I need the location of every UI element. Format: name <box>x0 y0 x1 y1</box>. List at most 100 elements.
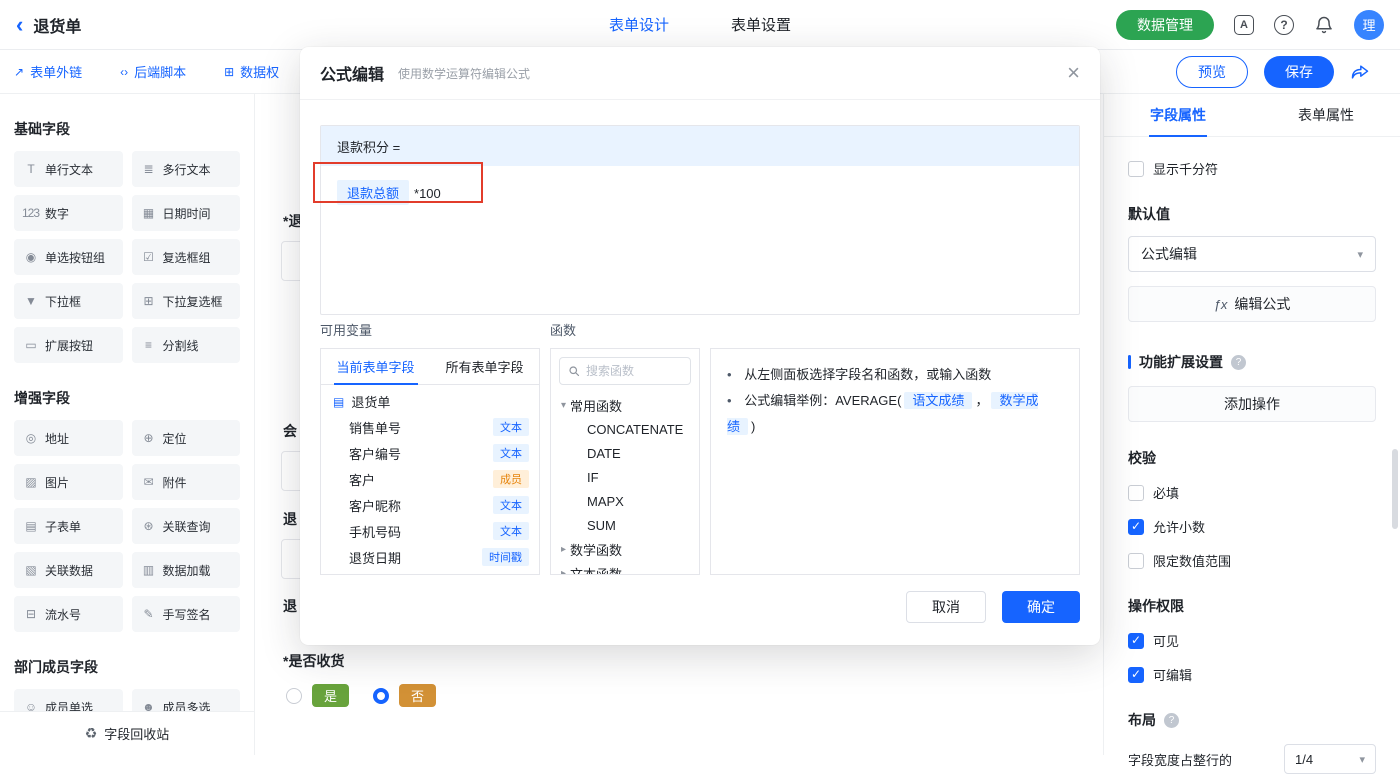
field-palette-item[interactable]: ▨ 图片 <box>14 464 123 500</box>
radio-no[interactable] <box>373 688 389 704</box>
toolbar-link[interactable]: ⊞ 数据权 <box>224 62 279 81</box>
basic-fields-grid: T 单行文本 ≣ 多行文本 123 数字 ▦ 日期时间 ◉ 单选按钮组 <box>14 151 240 363</box>
header-nav-tab[interactable]: 表单设置 <box>731 14 791 35</box>
toolbar-link-icon: ⊞ <box>224 65 234 79</box>
function-row[interactable]: SUM <box>551 513 699 537</box>
function-row[interactable]: ▾ 常用函数 <box>551 393 699 417</box>
back-icon[interactable]: ‹ <box>16 14 23 36</box>
function-row[interactable]: ▸ 文本函数 <box>551 561 699 575</box>
field-width-value: 1/4 <box>1295 752 1313 767</box>
field-palette-item[interactable]: ✎ 手写签名 <box>132 596 241 632</box>
field-palette-item[interactable]: ⊕ 定位 <box>132 420 241 456</box>
variables-tab[interactable]: 当前表单字段 <box>321 349 430 384</box>
field-type-label: 手写签名 <box>163 606 211 623</box>
field-palette-item[interactable]: ≣ 多行文本 <box>132 151 241 187</box>
field-palette-item[interactable]: ▤ 子表单 <box>14 508 123 544</box>
example-suffix: ) <box>751 419 755 434</box>
close-icon[interactable]: × <box>1067 62 1080 84</box>
field-type-label: 多行文本 <box>163 161 211 178</box>
formula-field-chip[interactable]: 退款总额 <box>337 180 409 205</box>
toolbar-link[interactable]: ↗ 表单外链 <box>14 62 82 81</box>
example-comma: ， <box>975 393 988 408</box>
radio-yes[interactable] <box>286 688 302 704</box>
formula-expression-text[interactable]: *100 <box>414 186 441 201</box>
field-type-label: 关联查询 <box>163 518 211 535</box>
variable-type-tag: 文本 <box>493 418 529 436</box>
panel-scrollbar[interactable] <box>1392 449 1398 529</box>
help-icon[interactable]: ? <box>1274 15 1294 35</box>
edit-formula-button[interactable]: ƒx 编辑公式 <box>1128 286 1376 322</box>
variable-field-row[interactable]: 客户 成员 <box>321 466 539 492</box>
validation-checkbox[interactable] <box>1128 485 1144 501</box>
variable-field-name: 退货日期 <box>349 548 401 567</box>
function-row[interactable]: MAPX <box>551 489 699 513</box>
variable-field-row[interactable]: 客户昵称 文本 <box>321 492 539 518</box>
cancel-button[interactable]: 取消 <box>906 591 986 623</box>
field-palette-item[interactable]: ▼ 下拉框 <box>14 283 123 319</box>
field-palette-item[interactable]: ⊛ 关联查询 <box>132 508 241 544</box>
field-palette-item[interactable]: ▭ 扩展按钮 <box>14 327 123 363</box>
field-type-label: 数据加载 <box>163 562 211 579</box>
field-type-icon: ▨ <box>22 475 39 489</box>
field-palette-item[interactable]: ⊟ 流水号 <box>14 596 123 632</box>
validation-checkbox[interactable] <box>1128 519 1144 535</box>
field-palette-item[interactable]: ⊞ 下拉复选框 <box>132 283 241 319</box>
field-palette-item[interactable]: ✉ 附件 <box>132 464 241 500</box>
translate-icon[interactable]: A <box>1234 15 1254 35</box>
share-icon[interactable] <box>1350 62 1370 82</box>
thousand-separator-checkbox[interactable] <box>1128 161 1144 177</box>
function-row[interactable]: CONCATENATE <box>551 417 699 441</box>
validation-row: 允许小数 <box>1128 517 1376 536</box>
variables-tab[interactable]: 所有表单字段 <box>430 349 539 384</box>
variables-tree-root[interactable]: ▤ 退货单 <box>321 385 539 414</box>
function-row[interactable]: DATE <box>551 441 699 465</box>
field-palette-item[interactable]: ☑ 复选框组 <box>132 239 241 275</box>
field-palette-item[interactable]: ≡ 分割线 <box>132 327 241 363</box>
confirm-button[interactable]: 确定 <box>1002 591 1080 623</box>
function-name: DATE <box>587 446 621 461</box>
field-width-select[interactable]: 1/4 ▾ <box>1284 744 1376 774</box>
add-action-button[interactable]: 添加操作 <box>1128 386 1376 422</box>
field-palette-item[interactable]: 123 数字 <box>14 195 123 231</box>
help-tip-1-text: 从左侧面板选择字段名和函数，或输入函数 <box>744 367 991 382</box>
properties-tab[interactable]: 表单属性 <box>1252 94 1400 136</box>
function-search-input[interactable] <box>586 364 682 378</box>
option-yes-tag[interactable]: 是 <box>312 684 349 707</box>
layout-help-icon[interactable]: ? <box>1164 713 1179 728</box>
toolbar-link-label: 表单外链 <box>30 62 82 81</box>
properties-tab[interactable]: 字段属性 <box>1104 94 1252 136</box>
function-row[interactable]: IF <box>551 465 699 489</box>
data-manage-button[interactable]: 数据管理 <box>1116 10 1214 40</box>
function-row[interactable]: ▸ 数学函数 <box>551 537 699 561</box>
option-no-tag[interactable]: 否 <box>399 684 436 707</box>
header-nav-tab[interactable]: 表单设计 <box>609 14 669 35</box>
variable-field-row[interactable]: 手机号码 文本 <box>321 518 539 544</box>
field-palette-item[interactable]: ▦ 日期时间 <box>132 195 241 231</box>
permission-checkbox[interactable] <box>1128 633 1144 649</box>
user-avatar[interactable]: 理 <box>1354 10 1384 40</box>
field-type-label: 下拉框 <box>45 293 81 310</box>
formula-editor-body[interactable]: 退款总额 *100 <box>321 166 1079 219</box>
variable-field-row[interactable]: 销售单号 文本 <box>321 414 539 440</box>
variables-field-list: 销售单号 文本 客户编号 文本 客户 成员 客户昵称 文本 <box>321 414 539 570</box>
extension-help-icon[interactable]: ? <box>1231 355 1246 370</box>
field-palette-item[interactable]: T 单行文本 <box>14 151 123 187</box>
toolbar-link[interactable]: ‹› 后端脚本 <box>120 62 186 81</box>
field-recycle-bin[interactable]: ♻ 字段回收站 <box>0 711 254 755</box>
field-palette-item[interactable]: ▥ 数据加载 <box>132 552 241 588</box>
field-palette-item[interactable]: ▧ 关联数据 <box>14 552 123 588</box>
variable-field-row[interactable]: 客户编号 文本 <box>321 440 539 466</box>
notification-bell-icon[interactable] <box>1314 15 1334 35</box>
field-type-label: 单选按钮组 <box>45 249 105 266</box>
default-value-select[interactable]: 公式编辑 ▾ <box>1128 236 1376 272</box>
preview-button[interactable]: 预览 <box>1176 56 1248 88</box>
default-value-label: 默认值 <box>1128 204 1376 224</box>
field-type-label: 分割线 <box>163 337 199 354</box>
permission-checkbox[interactable] <box>1128 667 1144 683</box>
save-button[interactable]: 保存 <box>1264 56 1334 88</box>
validation-checkbox[interactable] <box>1128 553 1144 569</box>
field-palette-item[interactable]: ◉ 单选按钮组 <box>14 239 123 275</box>
field-palette-item[interactable]: ◎ 地址 <box>14 420 123 456</box>
variable-field-row[interactable]: 退货日期 时间戳 <box>321 544 539 570</box>
properties-tabs: 字段属性 表单属性 <box>1104 94 1400 137</box>
